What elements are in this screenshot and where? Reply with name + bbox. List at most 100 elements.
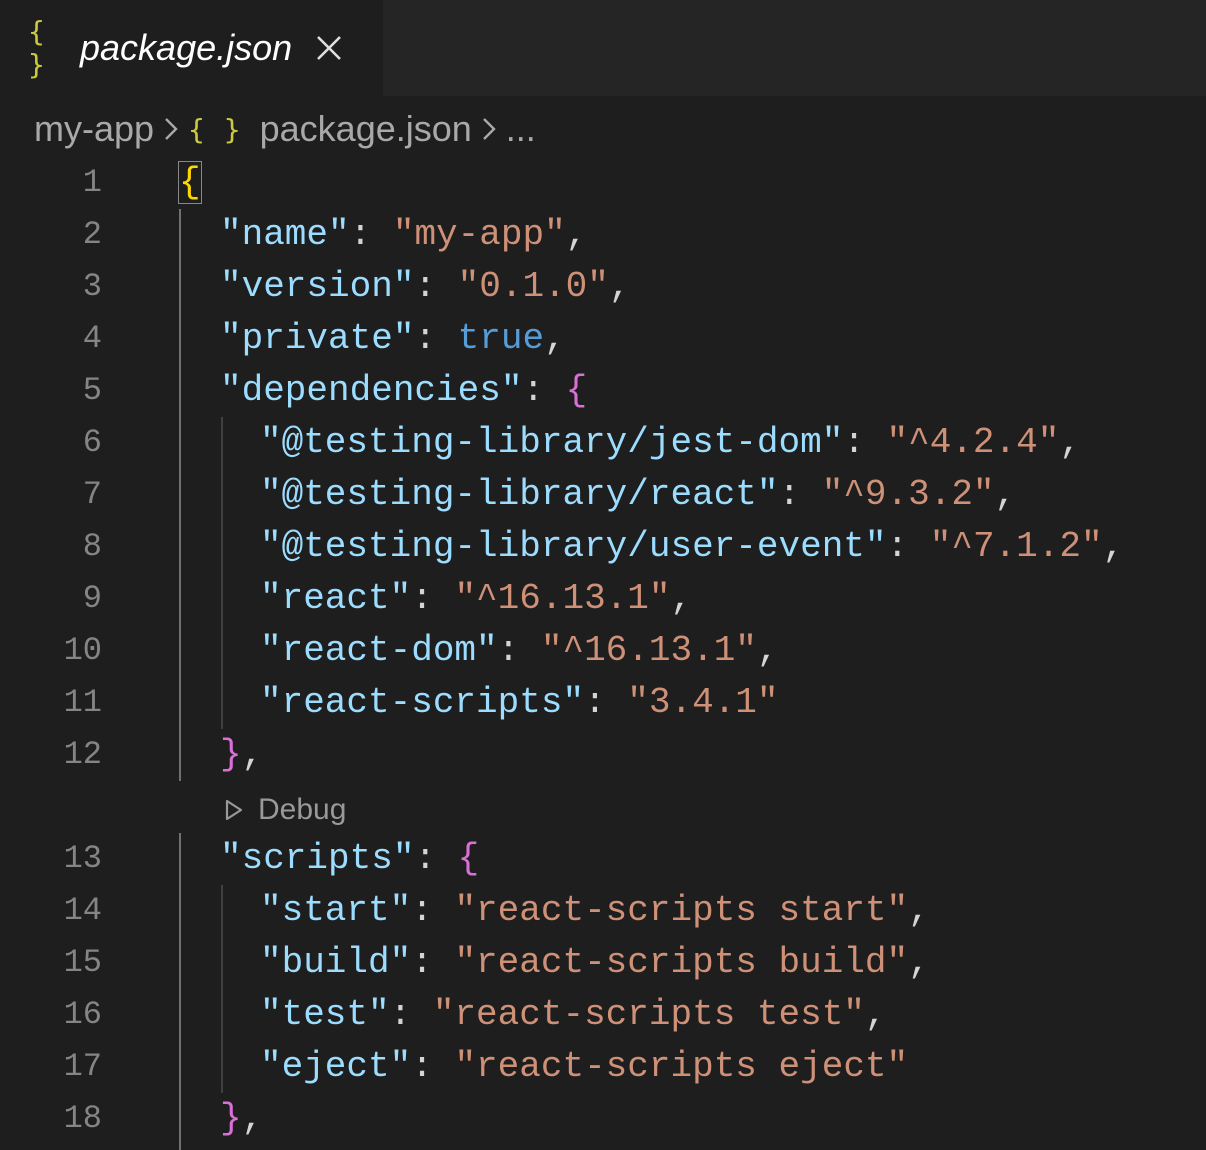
json-comma: ,	[864, 994, 887, 1035]
json-comma: ,	[241, 734, 264, 775]
json-key: "react-dom"	[260, 630, 498, 671]
line-number: 14	[63, 892, 102, 929]
bracket-open: {	[457, 838, 480, 879]
json-comma: ,	[908, 942, 930, 983]
line-number: 4	[82, 320, 102, 357]
json-string-value: "^4.2.4"	[886, 422, 1060, 463]
json-colon: :	[411, 942, 455, 983]
bracket-close: }	[220, 1098, 242, 1139]
json-comma: ,	[670, 578, 693, 619]
breadcrumb-folder[interactable]: my-app	[34, 108, 154, 150]
code-line[interactable]: 2 "name": "my-app",	[0, 209, 1206, 261]
line-number: 11	[63, 684, 102, 721]
json-comma: ,	[756, 630, 779, 671]
json-colon: :	[411, 890, 455, 931]
json-comma: ,	[544, 318, 566, 359]
breadcrumb-file[interactable]: package.json	[260, 108, 472, 150]
json-key: "@testing-library/react"	[260, 474, 779, 515]
json-key: "build"	[260, 942, 412, 983]
line-number: 6	[82, 424, 102, 461]
code-line[interactable]: 9 "react": "^16.13.1",	[0, 573, 1206, 625]
code-line[interactable]: 18 },	[0, 1093, 1206, 1145]
json-comma: ,	[1102, 526, 1125, 567]
json-key: "name"	[220, 214, 350, 255]
code-line[interactable]: 12 },	[0, 729, 1206, 781]
code-editor: 1 { 2 "name": "my-app", 3 "version": "0.…	[0, 0, 1206, 1150]
play-icon	[224, 799, 246, 821]
json-key: "test"	[260, 994, 390, 1035]
close-icon[interactable]	[314, 33, 344, 63]
json-string-value: "3.4.1"	[627, 682, 779, 723]
json-string-value: "react-scripts eject"	[454, 1046, 909, 1087]
json-colon: :	[497, 630, 541, 671]
code-line[interactable]: 3 "version": "0.1.0",	[0, 261, 1206, 313]
chevron-right-icon	[472, 117, 506, 141]
line-number: 15	[63, 944, 102, 981]
json-key: "@testing-library/user-event"	[260, 526, 887, 567]
json-key: "private"	[220, 318, 415, 359]
debug-codelens[interactable]: Debug	[224, 788, 346, 832]
json-colon: :	[349, 214, 393, 255]
bracket-open: {	[178, 161, 202, 204]
line-number: 10	[63, 632, 102, 669]
breadcrumb: my-app { } package.json ...	[34, 104, 536, 154]
code-line[interactable]: 10 "react-dom": "^16.13.1",	[0, 625, 1206, 677]
line-number: 16	[63, 996, 102, 1033]
line-number: 8	[82, 528, 102, 565]
code-line[interactable]: 15 "build": "react-scripts build",	[0, 937, 1206, 989]
code-line[interactable]: 1 {	[0, 157, 1206, 209]
tab-label: package.json	[80, 27, 293, 68]
code-line[interactable]: 14 "start": "react-scripts start",	[0, 885, 1206, 937]
tab-package-json[interactable]: { } package.json	[0, 0, 383, 96]
editor-window: { } package.json my-app { } package.json…	[0, 0, 1206, 1150]
json-comma: ,	[608, 266, 631, 307]
code-line[interactable]: 16 "test": "react-scripts test",	[0, 989, 1206, 1041]
code-line[interactable]: 17 "eject": "react-scripts eject"	[0, 1041, 1206, 1093]
code-line[interactable]: 11 "react-scripts": "3.4.1"	[0, 677, 1206, 729]
json-colon: :	[411, 578, 455, 619]
line-number: 1	[82, 164, 102, 201]
code-line[interactable]: 13 "scripts": {	[0, 833, 1206, 885]
line-number: 7	[82, 476, 102, 513]
json-key: "@testing-library/jest-dom"	[260, 422, 844, 463]
code-line[interactable]: 5 "dependencies": {	[0, 365, 1206, 417]
tab-bar: { } package.json	[0, 0, 1206, 96]
json-string-value: "my-app"	[392, 214, 566, 255]
debug-label: Debug	[258, 793, 347, 826]
json-string-value: "^16.13.1"	[540, 630, 757, 671]
json-file-icon: { }	[188, 112, 242, 146]
json-comma: ,	[1059, 422, 1081, 463]
json-colon: :	[389, 994, 433, 1035]
json-colon: :	[414, 266, 458, 307]
chevron-right-icon	[154, 117, 188, 141]
json-colon: :	[843, 422, 887, 463]
json-key: "start"	[260, 890, 412, 931]
line-number: 2	[82, 216, 102, 253]
json-boolean-value: true	[457, 318, 545, 359]
bracket-close: }	[220, 734, 242, 775]
json-string-value: "^7.1.2"	[929, 526, 1103, 567]
json-string-value: "react-scripts build"	[454, 942, 909, 983]
json-colon: :	[522, 370, 566, 411]
line-number: 5	[82, 372, 102, 409]
json-key: "react-scripts"	[260, 682, 585, 723]
json-comma: ,	[241, 1098, 264, 1139]
json-colon: :	[414, 838, 458, 879]
code-line[interactable]: 8 "@testing-library/user-event": "^7.1.2…	[0, 521, 1206, 573]
code-line[interactable]: 4 "private": true,	[0, 313, 1206, 365]
line-number: 12	[63, 736, 102, 773]
json-key: "react"	[260, 578, 412, 619]
line-number: 9	[82, 580, 102, 617]
json-string-value: "^16.13.1"	[454, 578, 671, 619]
json-key: "eject"	[260, 1046, 412, 1087]
code-line[interactable]: 6 "@testing-library/jest-dom": "^4.2.4",	[0, 417, 1206, 469]
line-number: 3	[82, 268, 102, 305]
json-string-value: "react-scripts test"	[432, 994, 865, 1035]
code-line[interactable]: 7 "@testing-library/react": "^9.3.2",	[0, 469, 1206, 521]
json-file-icon: { }	[28, 15, 46, 81]
json-comma: ,	[908, 890, 930, 931]
json-comma: ,	[994, 474, 1017, 515]
json-colon: :	[886, 526, 930, 567]
breadcrumb-symbols[interactable]: ...	[506, 108, 536, 150]
line-number: 17	[63, 1048, 102, 1085]
